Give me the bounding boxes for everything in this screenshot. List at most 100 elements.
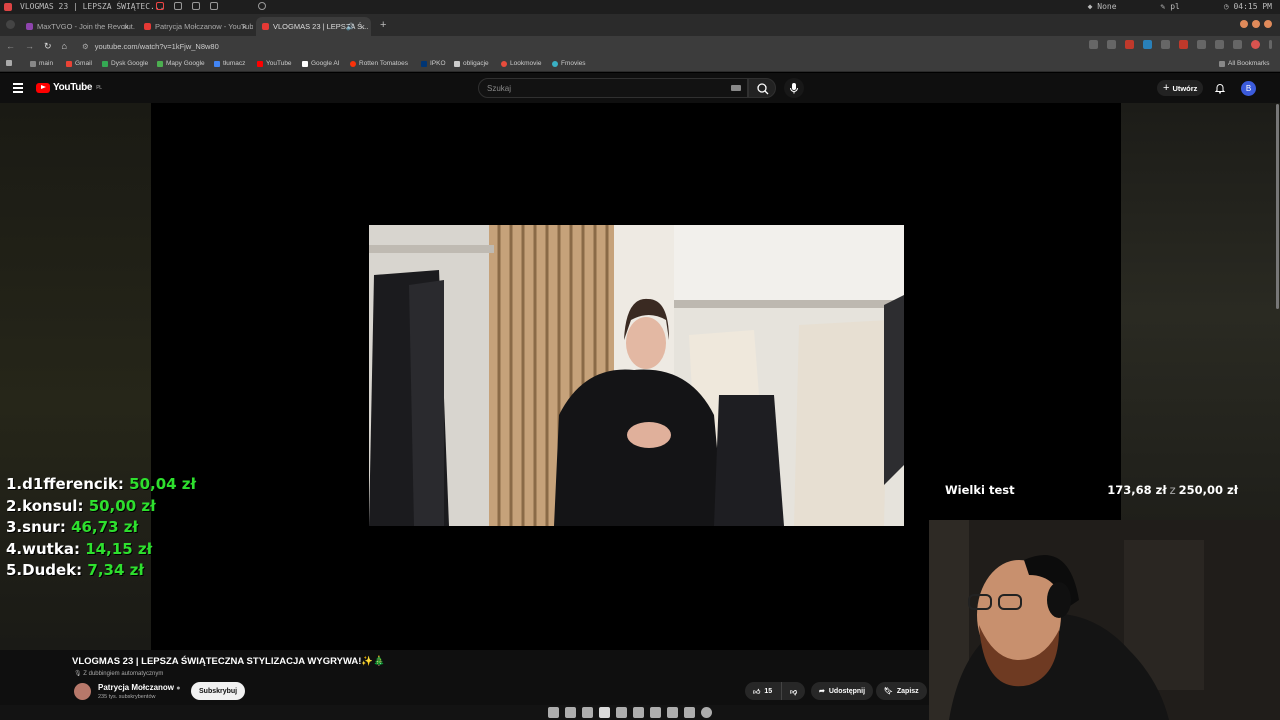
bookmark-dysk-google[interactable]: Dysk Google (102, 60, 148, 67)
brave-icon[interactable] (650, 707, 661, 718)
home-button[interactable]: ⌂ (62, 41, 67, 52)
dislike-button[interactable]: 👎︎ (781, 682, 806, 700)
extension-icon-3[interactable] (1161, 40, 1170, 49)
save-button[interactable]: 🔖︎ Zapisz (876, 682, 927, 700)
extension-icon-1[interactable] (1125, 40, 1134, 49)
files-icon[interactable] (548, 707, 559, 718)
channel-avatar[interactable] (74, 683, 91, 700)
youtube-header: YouTube PL Szukaj + Utwórz B (0, 73, 1280, 103)
bookmark-ipko[interactable]: IPKO (421, 60, 446, 67)
site-info-icon[interactable]: ⚙ (82, 42, 89, 51)
minimize-button[interactable] (1240, 20, 1248, 28)
account-avatar[interactable]: B (1241, 81, 1256, 96)
bookmark-lookmovie[interactable]: Lookmovie (501, 60, 541, 67)
hamburger-menu-icon[interactable] (13, 83, 23, 95)
extension-icon-5[interactable] (1233, 40, 1242, 49)
address-bar: ← → ↻ ⌂ ⚙ youtube.com/watch?v=1kFjw_N8w8… (0, 36, 1280, 56)
search-button[interactable] (748, 78, 776, 98)
forward-button[interactable]: → (25, 41, 34, 52)
tab-close-icon[interactable]: × (124, 22, 129, 32)
apps-grid-icon[interactable] (6, 60, 12, 66)
workspace-icon-5[interactable] (258, 2, 266, 10)
bookmark-obligacje[interactable]: obligacje (454, 60, 489, 67)
workspace-icon-1[interactable] (156, 2, 164, 10)
clock-app-icon[interactable] (701, 707, 712, 718)
share-button[interactable]: ➦ Udostępnij (811, 682, 874, 700)
tab-patrycja[interactable]: Patrycja Mołczanow - YouTub... × (138, 17, 253, 36)
spotify-icon[interactable] (582, 707, 593, 718)
donation-leaderboard: 1.d1fferencik: 50,04 zł 2.konsul: 50,00 … (6, 474, 196, 582)
maximize-button[interactable] (1252, 20, 1260, 28)
dubbing-label: 🎙 Z dubbingiem automatycznym (74, 671, 164, 677)
bookmark-google-ai[interactable]: Google AI (302, 60, 340, 67)
bookmark-star-icon[interactable] (1107, 40, 1116, 49)
youtube-play-icon (36, 82, 50, 93)
verified-icon: ● (176, 685, 181, 692)
webcam-image (929, 520, 1280, 720)
bookmark-main[interactable]: main (30, 60, 53, 67)
bookmark-rotten-tomatoes[interactable]: Rotten Tomatoes (350, 60, 408, 67)
taskbar (0, 705, 929, 720)
tab-close-icon[interactable]: × (242, 22, 247, 32)
url-field[interactable]: ⚙ youtube.com/watch?v=1kFjw_N8w80 (82, 39, 1072, 53)
settings-icon[interactable] (667, 707, 678, 718)
notes-icon[interactable] (684, 707, 695, 718)
workspace-icon-3[interactable] (192, 2, 200, 10)
side-panel-icon[interactable] (1215, 40, 1224, 49)
leaderboard-entry: 2.konsul: 50,00 zł (6, 496, 156, 515)
create-button[interactable]: + Utwórz (1157, 80, 1204, 96)
subscribe-button[interactable]: Subskrybuj (191, 682, 246, 700)
bookmark-gmail[interactable]: Gmail (66, 60, 92, 67)
audio-playing-icon[interactable]: 🔊 (346, 23, 355, 31)
thumbs-up-icon: 👍︎ (753, 688, 761, 696)
leaderboard-entry: 3.snur: 46,73 zł (6, 518, 139, 536)
extensions-area (1089, 40, 1272, 49)
app-icon (4, 2, 12, 11)
terminal-icon[interactable] (565, 707, 576, 718)
tab-maxtvgo[interactable]: MaxTVGO - Join the Revolut... × (20, 17, 135, 36)
leaderboard-entry: 1.d1fferencik: 50,04 zł (6, 475, 197, 493)
clock: ◷ 04:15 PM (1223, 2, 1272, 11)
search-icon (757, 83, 769, 95)
browser-icon[interactable] (599, 707, 610, 718)
bookmark-youtube[interactable]: YouTube (257, 60, 292, 67)
status-none: ◆ None (1087, 2, 1117, 11)
goal-progress: 173,68 zł z 250,00 zł (1107, 483, 1238, 497)
workspace-icon-4[interactable] (210, 2, 218, 10)
extension-icon-4[interactable] (1179, 40, 1188, 49)
reload-button[interactable]: ↻ (44, 41, 52, 52)
bookmark-mapy-google[interactable]: Mapy Google (157, 60, 205, 67)
close-window-button[interactable] (1264, 20, 1272, 28)
search-input[interactable]: Szukaj (478, 78, 748, 98)
youtube-favicon-icon (144, 23, 151, 30)
workspace-icon-2[interactable] (174, 2, 182, 10)
leaderboard-entry: 4.wutka: 14,15 zł (6, 539, 153, 558)
cast-icon[interactable] (1089, 40, 1098, 49)
plus-icon: + (1163, 82, 1170, 94)
tab-vlogmas[interactable]: VLOGMAS 23 | LEPSZA Ś... 🔊 × (256, 17, 371, 36)
extensions-puzzle-icon[interactable] (1197, 40, 1206, 49)
tab-search-icon[interactable] (6, 20, 15, 29)
keyboard-icon[interactable] (731, 85, 741, 91)
profile-icon[interactable] (1251, 40, 1260, 49)
channel-name[interactable]: Patrycja Mołczanow ● (98, 683, 181, 692)
video-content-image (369, 225, 904, 526)
donation-goal: Wielki test 173,68 zł z 250,00 zł (936, 476, 1274, 504)
extension-icon-2[interactable] (1143, 40, 1152, 49)
bookmark-tlumacz[interactable]: tłumacz (214, 60, 245, 67)
bookmark-fmovies[interactable]: Fmovies (552, 60, 586, 67)
new-tab-button[interactable]: + (380, 19, 386, 31)
discord-icon[interactable] (616, 707, 627, 718)
page-scrollbar[interactable] (1276, 104, 1279, 309)
menu-dots-icon[interactable] (1269, 40, 1272, 49)
youtube-logo[interactable]: YouTube PL (36, 82, 102, 93)
back-button[interactable]: ← (6, 41, 15, 52)
all-bookmarks[interactable]: All Bookmarks (1219, 60, 1270, 67)
notifications-bell-icon[interactable] (1214, 82, 1226, 94)
goal-title: Wielki test (945, 483, 1015, 497)
tab-close-icon[interactable]: × (360, 22, 365, 32)
like-button[interactable]: 👍︎ 15 (745, 682, 783, 700)
voice-search-button[interactable] (784, 78, 804, 98)
video-frame[interactable] (369, 225, 904, 526)
steam-icon[interactable] (633, 707, 644, 718)
